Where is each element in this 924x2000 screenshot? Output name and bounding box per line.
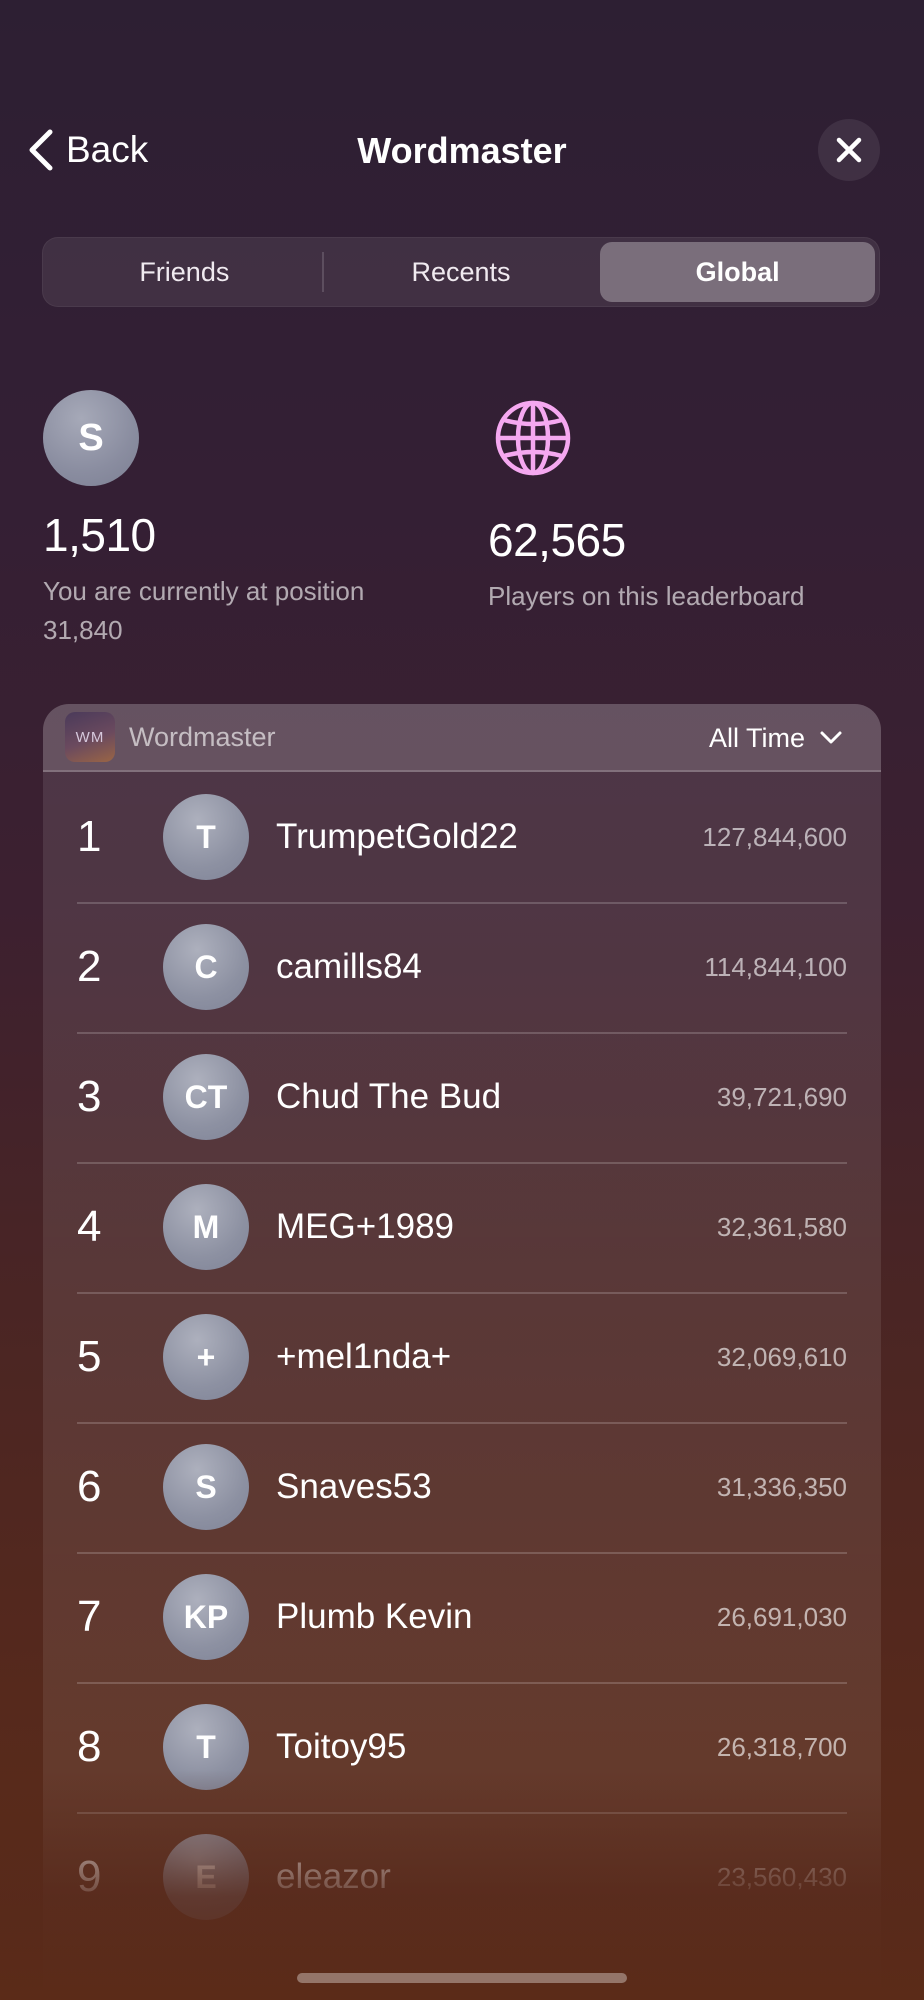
time-filter-dropdown[interactable]: All Time	[709, 704, 843, 772]
chevron-down-icon	[820, 731, 842, 744]
my-position-stat: S 1,510 You are currently at position 31…	[43, 390, 373, 650]
rank: 2	[77, 942, 102, 991]
globe-icon	[495, 400, 571, 476]
rank: 4	[77, 1202, 102, 1251]
player-score: 26,318,700	[716, 1731, 847, 1762]
navigation-bar: Back Wordmaster	[0, 110, 924, 190]
table-row[interactable]: 4 M MEG+1989 32,361,580	[43, 1162, 881, 1292]
my-score: 1,510	[43, 509, 156, 561]
player-name: eleazor	[276, 1857, 391, 1896]
leaderboard-header: WM Wordmaster All Time	[43, 704, 881, 772]
player-score: 26,691,030	[716, 1601, 847, 1632]
close-button[interactable]	[818, 119, 880, 181]
player-name: Snaves53	[276, 1467, 432, 1506]
time-filter-label: All Time	[708, 722, 805, 753]
player-name: MEG+1989	[276, 1207, 455, 1246]
players-count-label: Players on this leaderboard	[488, 581, 805, 611]
player-score: 39,721,690	[716, 1081, 847, 1112]
app-icon: WM	[65, 712, 115, 762]
avatar: M	[163, 1184, 249, 1270]
table-row[interactable]: 8 T Toitoy95 26,318,700	[43, 1682, 881, 1812]
table-row[interactable]: 5 + +mel1nda+ 32,069,610	[43, 1292, 881, 1422]
player-name: +mel1nda+	[276, 1337, 452, 1376]
player-score: 31,336,350	[716, 1471, 847, 1502]
players-count-stat: 62,565 Players on this leaderboard	[488, 390, 888, 616]
player-name: Chud The Bud	[276, 1077, 502, 1116]
avatar: CT	[163, 1054, 249, 1140]
avatar: E	[163, 1834, 249, 1920]
player-name: camills84	[276, 947, 422, 986]
rank: 8	[77, 1722, 102, 1771]
tab-recents[interactable]: Recents	[324, 242, 599, 302]
rank: 9	[77, 1852, 102, 1901]
table-row[interactable]: 3 CT Chud The Bud 39,721,690	[43, 1032, 881, 1162]
table-row[interactable]: 1 T TrumpetGold22 127,844,600	[43, 772, 881, 902]
rank: 5	[77, 1332, 102, 1381]
player-score: 32,361,580	[716, 1211, 847, 1242]
tab-friends[interactable]: Friends	[47, 242, 322, 302]
my-position-text: You are currently at position 31,840	[43, 576, 365, 645]
player-score: 114,844,100	[704, 951, 847, 982]
player-score: 127,844,600	[702, 821, 847, 852]
avatar: C	[163, 924, 249, 1010]
leaderboard-card: WM Wordmaster All Time 1 T TrumpetGold22…	[43, 704, 881, 2000]
player-score: 23,560,430	[716, 1861, 847, 1892]
rank: 1	[77, 812, 102, 861]
stats-section: S 1,510 You are currently at position 31…	[0, 390, 924, 645]
avatar: +	[163, 1314, 249, 1400]
avatar: T	[163, 794, 249, 880]
close-icon	[836, 137, 862, 163]
table-row[interactable]: 9 E eleazor 23,560,430	[43, 1812, 881, 1942]
page-title: Wordmaster	[357, 130, 567, 171]
home-indicator[interactable]	[297, 1973, 627, 1983]
avatar: KP	[163, 1574, 249, 1660]
player-name: TrumpetGold22	[276, 817, 518, 856]
players-count: 62,565	[488, 514, 626, 566]
rank: 7	[77, 1592, 102, 1641]
leaderboard-title: Wordmaster	[129, 721, 276, 752]
avatar: S	[163, 1444, 249, 1530]
avatar: T	[163, 1704, 249, 1790]
rank: 6	[77, 1462, 102, 1511]
player-name: Plumb Kevin	[276, 1597, 473, 1636]
rank: 3	[77, 1072, 102, 1121]
leaderboard-scope-tabs: Friends Recents Global	[42, 237, 880, 307]
player-name: Toitoy95	[276, 1727, 407, 1766]
table-row[interactable]: 6 S Snaves53 31,336,350	[43, 1422, 881, 1552]
player-score: 32,069,610	[716, 1341, 847, 1372]
table-row[interactable]: 7 KP Plumb Kevin 26,691,030	[43, 1552, 881, 1682]
avatar: S	[43, 390, 139, 486]
table-row[interactable]: 2 C camills84 114,844,100	[43, 902, 881, 1032]
tab-global[interactable]: Global	[600, 242, 876, 302]
